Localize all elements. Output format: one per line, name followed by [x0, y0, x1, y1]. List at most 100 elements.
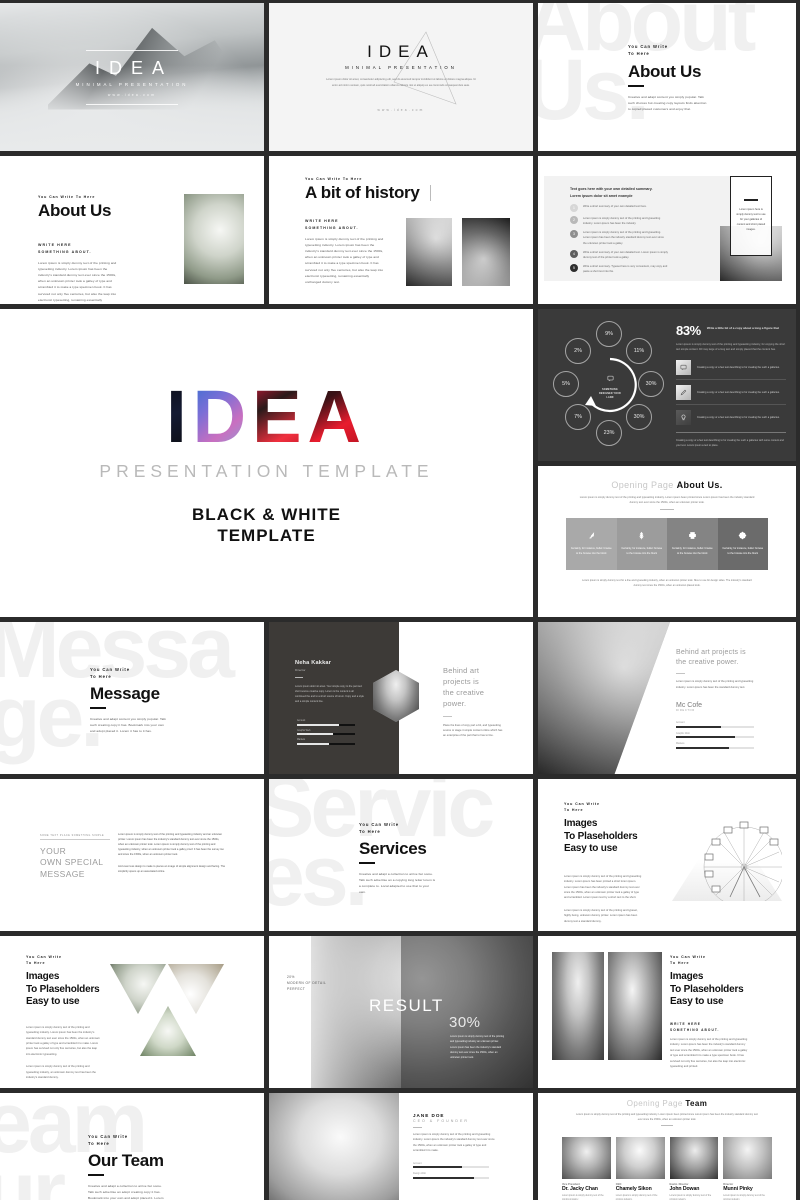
history-body: Lorem ipsum is simply dummy text of the … — [305, 236, 384, 284]
letter-E: E — [252, 374, 308, 458]
slide-row-4: Messa ge. You Can Write To Here Message … — [0, 622, 800, 774]
team-member-card[interactable]: Vice President Dr. Jacky Chan Lorem ipsu… — [562, 1137, 611, 1200]
slide-profile-dark[interactable]: Neha Kakkar Director Lorem ipsum dolor s… — [269, 622, 533, 774]
slide-services[interactable]: Servic es. You Can Write To Here Service… — [269, 779, 533, 931]
list-item[interactable]: 3 Lorem ipsum is simply dummy text of th… — [570, 229, 668, 246]
title-rule — [628, 85, 644, 87]
feature-box-text: Certainly, for instance, bullet: browse … — [722, 546, 764, 555]
feature-row[interactable]: Creating a copy or a few text describing… — [676, 385, 786, 406]
slide-jane-doe[interactable]: JANE DOE CEO & FOUNDER Lorem ipsum is si… — [269, 1093, 533, 1200]
slide-about-title[interactable]: About Us. You Can Write To Here About Us… — [538, 3, 796, 151]
center-rule — [660, 508, 674, 510]
feature-row[interactable]: Creating a copy or a few text describing… — [676, 360, 786, 381]
slide-row-3: I D E A PRESENTATION TEMPLATE BLACK & WH… — [0, 309, 800, 617]
slide-placeholders-faces[interactable]: You Can Write To Here Images To Plasehol… — [538, 936, 796, 1088]
chart-lead: Lorem ipsum is simply dummy text of the … — [676, 343, 786, 352]
feature-box[interactable]: Certainly, for instance, bullet: browse … — [717, 517, 768, 570]
face-image-1 — [552, 952, 604, 1060]
services-title: Services — [359, 839, 427, 859]
team-member-card[interactable]: Exetic. Director John Dowan Lorem ipsum … — [669, 1137, 719, 1200]
slide-message[interactable]: Messa ge. You Can Write To Here Message … — [0, 622, 264, 774]
feature-box-text: Certainly, for instance, bullet: browse … — [570, 546, 612, 555]
cover2-body: Lorem ipsum dolor sit amet, consectetur … — [326, 77, 476, 87]
letter-D: D — [192, 374, 253, 458]
slide-team-page[interactable]: Opening Page Team Lorem ipsum is simply … — [538, 1093, 796, 1200]
hero-idea-title: I D E A — [166, 374, 367, 459]
slide-result[interactable]: 20% MODERN OF DETAIL PERFECT RESULT 30% … — [269, 936, 533, 1088]
slide-placeholders-triangles[interactable]: You Can Write To Here Images To Plasehol… — [0, 936, 264, 1088]
message-title: Message — [90, 684, 160, 704]
slide-numbered-list[interactable]: Text goes here with your own detailed su… — [538, 156, 796, 304]
profile-quote: Behind art projects is the creative powe… — [443, 666, 485, 708]
history-image-1 — [406, 218, 452, 286]
message-eyebrow: You Can Write To Here — [90, 667, 130, 680]
team-member-photo — [723, 1137, 772, 1179]
slide-row-6: You Can Write To Here Images To Plasehol… — [0, 936, 800, 1088]
card-text: Lorem ipsum here is simply dummy text to… — [736, 207, 766, 232]
chart-stat: 83% — [676, 323, 701, 338]
feature-box-row: Certainly, for instance, bullet: browse … — [566, 517, 768, 570]
team-member-desc: Lorem ipsum is simply dummy text of the … — [615, 1195, 658, 1200]
slide-placeholders-wheel[interactable]: You Can Write To Here Images To Plasehol… — [538, 779, 796, 931]
feature-box[interactable]: Certainly, for instance, bullet: browse … — [667, 517, 718, 570]
chart-footnote: Creating a copy or a few text describing… — [676, 432, 786, 448]
jane-body: Lorem ipsum is simply dummy text of the … — [413, 1133, 495, 1153]
services-eyebrow: You Can Write To Here — [359, 822, 399, 835]
slide-history[interactable]: You Can Write To Here A bit of history W… — [269, 156, 533, 304]
pct-circle: 5% — [553, 371, 579, 397]
team-member-name: John Dowan — [669, 1186, 700, 1192]
history-eyebrow: You Can Write To Here — [305, 177, 363, 181]
slide-cover-minimal[interactable]: IDEA MINIMAL PRESENTATION Lorem ipsum do… — [269, 3, 533, 151]
opening-about-title: Opening Page About Us. — [556, 480, 778, 490]
list-item[interactable]: 4 Write a short summary of your own deta… — [570, 249, 668, 261]
history-image-2 — [462, 218, 510, 286]
slide-special-message[interactable]: SOME TEXT PLACE SOMETHING SIMPLE YOUR OW… — [0, 779, 264, 931]
about-body: Creative and adapt content you simply po… — [628, 94, 707, 112]
slide-about-photo[interactable]: You Can Write To Here About Us WRITE HER… — [0, 156, 264, 304]
ferris-wheel-image — [672, 809, 782, 901]
feature-text: Creating a copy or a few text describing… — [697, 416, 780, 420]
slide-chart-dark[interactable]: 9% 11% 30% 30% 23% 7% 5% 2% SOMETHING DE… — [538, 309, 796, 461]
list-number: 3 — [570, 229, 578, 238]
result-eyebrow: 20% MODERN OF DETAIL PERFECT — [287, 975, 327, 992]
team-member-desc: Lorem ipsum is simply dummy text of the … — [723, 1195, 765, 1200]
team-page-body: Lorem ipsum is simply dummy text of the … — [576, 1113, 758, 1121]
services-body: Creative and adapt a collection to arriv… — [359, 871, 436, 895]
skill-row: Markets — [297, 739, 355, 745]
slide-opening-about[interactable]: Opening Page About Us. Lorem ipsum is si… — [538, 465, 796, 617]
list-number: 5 — [570, 263, 578, 272]
skill-row: Graphic Web — [676, 732, 754, 739]
cover-title: IDEA — [94, 57, 173, 78]
list-item[interactable]: 1 Write a short summary of your own deta… — [570, 204, 668, 212]
list-item[interactable]: 5 Write a short summary. Typeset here is… — [570, 263, 668, 275]
about-title: About Us — [628, 62, 702, 82]
skill-row: Markets — [676, 742, 754, 749]
slide-profile-light[interactable]: Behind art projects is the creative powe… — [538, 622, 796, 774]
about-photo-title: About Us — [38, 201, 112, 221]
triangle-image-1 — [110, 964, 166, 1014]
wheel-body-1: Lorem ipsum is simply dummy text of the … — [564, 874, 642, 900]
list-item[interactable]: 2 Lorem ipsum is simply dummy text of th… — [570, 215, 668, 227]
printer-icon — [688, 531, 697, 542]
slide-row-5: SOME TEXT PLACE SOMETHING SIMPLE YOUR OW… — [0, 779, 800, 931]
pen-icon — [676, 385, 691, 401]
special-eyebrow: SOME TEXT PLACE SOMETHING SIMPLE — [40, 835, 110, 840]
history-kicker: WRITE HERE SOMETHING ABOUT. — [305, 219, 359, 230]
about-photo-eyebrow: You Can Write To Here — [38, 195, 96, 199]
feature-box[interactable]: Certainly, for instance, bullet: browse … — [566, 517, 617, 570]
feature-box[interactable]: Certainly, for instance, bullet: browse … — [616, 517, 667, 570]
pct-circle: 23% — [596, 420, 622, 446]
our-team-eyebrow: You Can Write To Here — [88, 1134, 128, 1147]
tri-title: Images To Plaseholders Easy to use — [26, 971, 100, 1008]
slide-hero-idea[interactable]: I D E A PRESENTATION TEMPLATE BLACK & WH… — [0, 309, 533, 617]
slide-our-team[interactable]: eam ur. You Can Write To Here Our Team C… — [0, 1093, 264, 1200]
tri-body-2: Lorem ipsum is simply dummy text of the … — [26, 1065, 96, 1079]
team-member-name: Dr. Jacky Chan — [562, 1186, 598, 1192]
team-member-card[interactable]: Director Munni Pinky Lorem ipsum is simp… — [723, 1137, 772, 1200]
skill-row: Account — [297, 720, 355, 726]
slide-row-1: IDEA MINIMAL PRESENTATION www.idea.com I… — [0, 3, 800, 151]
slide-cover-mountain[interactable]: IDEA MINIMAL PRESENTATION www.idea.com — [0, 3, 264, 151]
feature-box-text: Certainly, for instance, bullet: browse … — [621, 546, 663, 555]
feature-row[interactable]: Creating a copy or a few text describing… — [676, 410, 786, 426]
team-member-card[interactable]: CEO Chamely Sikon Lorem ipsum is simply … — [615, 1137, 665, 1200]
